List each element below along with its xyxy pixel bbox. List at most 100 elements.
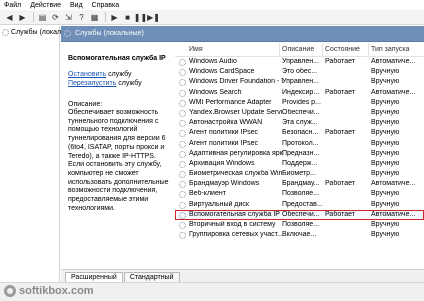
restart-service-icon[interactable]: ▶❚ [147, 12, 160, 23]
table-row[interactable]: Windows Search Индексир... Работает Автомат… [175, 88, 424, 98]
table-row[interactable]: Yandex.Browser Update Service Обеспечи...… [175, 108, 424, 118]
console-tree: Службы (локальные) [0, 26, 80, 282]
pause-service-icon[interactable]: ❚❚ [134, 12, 147, 23]
description-text: Обеспечивает возможность туннельного под… [68, 109, 169, 212]
table-row[interactable]: Веб-клиент Позволяе... Вручную [175, 189, 424, 199]
service-name: Группировка сетевых участ... [189, 231, 283, 239]
toolbar: ◀ ▶ ▤ ⟳ ⇲ ? ▦ ▶ ■ ❚❚ ▶❚ [0, 10, 424, 25]
service-description: Эта служ... [282, 119, 318, 127]
service-name: Брандмауэр Windows [189, 180, 260, 188]
table-row[interactable]: Windows CardSpace Это обес... Вручную [175, 67, 424, 77]
service-name: Агент политики IPsec [189, 139, 259, 147]
service-gear-icon [179, 120, 186, 128]
service-rows: Windows Audio Управлен... Работает Автомати… [175, 57, 424, 240]
service-startup-type: Автоматиче... [371, 58, 416, 65]
service-name: Windows Audio [189, 58, 237, 65]
stop-service-link[interactable]: Остановить [68, 71, 106, 78]
column-divider[interactable] [368, 43, 369, 57]
service-description: Provides p... [282, 98, 321, 106]
column-name[interactable]: Имя [189, 46, 203, 53]
tab-extended[interactable]: Расширенный [65, 272, 123, 282]
service-gear-icon [179, 79, 186, 87]
table-row[interactable]: Windows Driver Foundation - U... Управлен… [175, 77, 424, 87]
forward-icon[interactable]: ▶ [17, 12, 28, 23]
properties-icon[interactable]: ▦ [89, 12, 100, 23]
status-bar: softikbox.com [0, 282, 424, 301]
service-name: Windows Search [189, 88, 242, 96]
table-row[interactable]: Архивация Windows Поддерж... Вручную [175, 159, 424, 169]
stop-service-suffix: службу [106, 71, 132, 78]
column-description[interactable]: Описание [282, 46, 314, 53]
service-state: Работает [325, 129, 355, 137]
table-row[interactable]: Windows Audio Управлен... Работает Автомати… [175, 57, 424, 67]
help-icon[interactable]: ? [76, 12, 87, 23]
service-startup-type: Вручную [371, 200, 400, 208]
service-description: Позволяе... [282, 190, 320, 198]
service-startup-type: Вручную [371, 68, 400, 76]
watermark-logo-icon [4, 285, 16, 297]
service-startup-type: Вручную [371, 159, 400, 167]
column-state[interactable]: Состояние [325, 46, 360, 53]
service-description: Обеспечи... [282, 210, 320, 218]
service-startup-type: Автоматиче... [371, 180, 416, 188]
restart-service-link[interactable]: Перезапустить [68, 80, 116, 87]
refresh-icon[interactable]: ⟳ [50, 12, 61, 23]
table-row[interactable]: Вспомогательная служба IP Обеспечи... Рабо… [175, 209, 424, 220]
service-name: Архивация Windows [189, 159, 255, 167]
service-description: Поддерж... [282, 159, 318, 167]
service-startup-type: Вручную [371, 129, 400, 137]
service-gear-icon [179, 181, 186, 189]
table-row[interactable]: Брандмауэр Windows Брандмау... Работает Авт… [175, 179, 424, 189]
service-description: Включае... [282, 231, 317, 239]
stop-service-icon[interactable]: ■ [122, 12, 133, 23]
back-icon[interactable]: ◀ [4, 12, 15, 23]
service-startup-type: Вручную [371, 78, 400, 86]
service-name: Вторичный вход в систему [189, 221, 276, 228]
service-startup-type: Вручную [371, 231, 400, 239]
console-tree-icon[interactable]: ▤ [37, 12, 48, 23]
tab-standard[interactable]: Стандартный [123, 272, 180, 282]
start-service-icon[interactable]: ▶ [109, 12, 120, 23]
service-name: Биометрическая служба Win... [189, 170, 283, 178]
service-startup-type: Вручную [371, 170, 400, 178]
service-gear-icon [179, 69, 186, 77]
service-gear-icon [179, 130, 186, 138]
table-row[interactable]: Агент политики IPsec Протокол... Вручную [175, 139, 424, 149]
restart-service-suffix: службу [116, 80, 142, 87]
table-row[interactable]: Адаптивная регулировка ярк... Предназн...… [175, 149, 424, 159]
service-gear-icon [179, 222, 186, 229]
service-name: WMI Performance Adapter [189, 98, 272, 106]
stop-service-line: Остановить службу [68, 70, 171, 79]
service-startup-type: Вручную [371, 190, 400, 198]
services-icon [64, 30, 71, 37]
menu-help[interactable]: Справка [92, 2, 119, 9]
service-gear-icon [179, 140, 186, 148]
table-row[interactable]: Вторичный вход в систему Позволяе... Вручн… [175, 220, 424, 230]
service-startup-type: Автоматиче... [371, 88, 416, 96]
table-row[interactable]: WMI Performance Adapter Provides p... Вруч… [175, 98, 424, 108]
column-divider[interactable] [322, 43, 323, 57]
service-description: Управлен... [282, 58, 319, 65]
column-divider[interactable] [279, 43, 280, 57]
table-row[interactable]: Автонастройка WWAN Эта служ... Вручную [175, 118, 424, 128]
service-startup-type: Вручную [371, 108, 400, 116]
table-row[interactable]: Агент политики IPsec Безопасн... Работает В… [175, 128, 424, 138]
menu-file[interactable]: Файл [4, 2, 21, 9]
table-row[interactable]: Виртуальный диск Предостав... Вручную [175, 200, 424, 210]
service-startup-type: Вручную [371, 149, 400, 157]
service-startup-type: Вручную [371, 139, 400, 147]
table-row[interactable]: Биометрическая служба Win... Биометр... Вр… [175, 169, 424, 179]
service-description: Предназн... [282, 149, 320, 157]
column-header: Имя Описание Состояние Тип запуска [175, 43, 424, 57]
service-gear-icon [179, 99, 186, 107]
menu-view[interactable]: Вид [70, 2, 83, 9]
toolbar-separator [33, 12, 34, 22]
service-name: Адаптивная регулировка ярк... [189, 149, 283, 157]
service-description: Предостав... [282, 200, 322, 208]
service-state: Работает [325, 210, 355, 218]
column-startup[interactable]: Тип запуска [371, 46, 410, 53]
export-icon[interactable]: ⇲ [63, 12, 74, 23]
table-row[interactable]: Группировка сетевых участ... Включае... Вр… [175, 230, 424, 240]
tree-item-services[interactable]: Службы (локальные) [2, 29, 80, 36]
menu-action[interactable]: Действие [30, 2, 61, 9]
